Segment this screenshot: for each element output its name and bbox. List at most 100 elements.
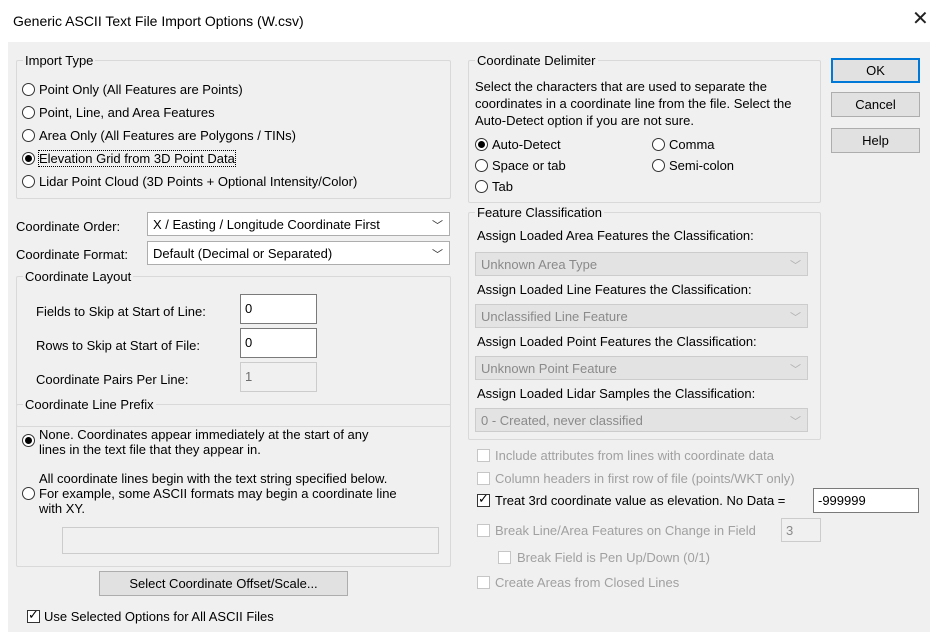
chevron-down-icon: ﹀ [790,364,801,376]
line-classification-label: Assign Loaded Line Features the Classifi… [477,282,752,297]
include-attributes-checkbox [477,449,490,462]
radio-label: Lidar Point Cloud (3D Points + Optional … [39,174,358,189]
radio-indicator[interactable] [652,138,665,151]
create-areas-label: Create Areas from Closed Lines [495,575,680,590]
break-field-value: 3 [786,523,794,538]
break-field-input: 3 [781,518,821,542]
radio-label: Point, Line, and Area Features [39,105,215,120]
radio-indicator-selected[interactable] [22,152,35,165]
chevron-down-icon: ﹀ [790,312,801,324]
treat-3rd-elevation-checkbox[interactable] [477,492,490,507]
break-line-checkbox [477,524,490,537]
chevron-down-icon[interactable]: ﹀ [432,246,443,262]
select-offset-scale-button[interactable]: Select Coordinate Offset/Scale... [99,571,348,596]
radio-label: Semi-colon [669,158,735,173]
radio-comma[interactable]: Comma [652,137,715,152]
create-areas-checkbox [477,576,490,589]
area-classification-value: Unknown Area Type [481,257,598,272]
coordinate-order-select[interactable]: X / Easting / Longitude Coordinate First… [147,212,450,236]
ok-button[interactable]: OK [831,58,920,83]
coordinate-format-label: Coordinate Format: [16,247,128,262]
help-button[interactable]: Help [831,128,920,153]
coordinate-delimiter-legend: Coordinate Delimiter [477,53,596,68]
fields-skip-value: 0 [245,301,253,316]
delimiter-description: Select the characters that are used to s… [475,78,792,129]
fields-skip-input[interactable]: 0 [240,294,317,324]
radio-indicator[interactable] [652,159,665,172]
close-icon[interactable]: ✕ [912,9,929,29]
break-line-label: Break Line/Area Features on Change in Fi… [495,523,756,538]
radio-label: Space or tab [492,158,566,173]
delimiter-desc-line3: Auto-Detect option if you are not sure. [475,113,694,128]
break-pen-checkbox [498,551,511,564]
point-classification-label: Assign Loaded Point Features the Classif… [477,334,757,349]
radio-indicator[interactable] [22,175,35,188]
coordinate-pairs-input: 1 [240,362,317,392]
radio-label: Area Only (All Features are Polygons / T… [39,128,296,143]
prefix-none-line1: None. Coordinates appear immediately at … [39,427,369,442]
break-pen-label: Break Field is Pen Up/Down (0/1) [517,550,710,565]
radio-indicator[interactable] [22,83,35,96]
radio-label: All coordinate lines begin with the text… [39,471,397,516]
radio-indicator[interactable] [22,129,35,142]
import-type-legend: Import Type [25,53,94,68]
prefix-text-line3: with XY. [39,501,86,516]
column-headers-checkbox [477,472,490,485]
radio-point-line-area[interactable]: Point, Line, and Area Features [22,105,215,120]
radio-point-only[interactable]: Point Only (All Features are Points) [22,82,243,97]
coordinate-order-label: Coordinate Order: [16,219,121,234]
prefix-none-line2: lines in the text file that they appear … [39,442,261,457]
radio-elevation-grid[interactable]: Elevation Grid from 3D Point Data [22,150,236,167]
prefix-text-input [62,527,439,554]
nodata-value: -999999 [818,493,866,508]
coordinate-format-select[interactable]: Default (Decimal or Separated) ﹀ [147,241,450,265]
line-classification-value: Unclassified Line Feature [481,309,628,324]
radio-indicator[interactable] [22,487,35,500]
coordinate-order-value: X / Easting / Longitude Coordinate First [153,217,380,232]
radio-semi-colon[interactable]: Semi-colon [652,158,734,173]
lidar-classification-select: 0 - Created, never classified ﹀ [475,408,808,432]
radio-label: Point Only (All Features are Points) [39,82,243,97]
radio-indicator[interactable] [475,159,488,172]
window-title: Generic ASCII Text File Import Options (… [13,13,304,29]
radio-prefix-text[interactable]: All coordinate lines begin with the text… [22,471,397,516]
use-all-ascii-label: Use Selected Options for All ASCII Files [44,609,274,624]
radio-area-only[interactable]: Area Only (All Features are Polygons / T… [22,128,296,143]
column-headers-label: Column headers in first row of file (poi… [495,471,795,486]
radio-auto-detect[interactable]: Auto-Detect [475,137,561,152]
treat-3rd-elevation-label: Treat 3rd coordinate value as elevation.… [495,493,786,508]
area-classification-label: Assign Loaded Area Features the Classifi… [477,228,754,243]
radio-indicator-selected[interactable] [475,138,488,151]
prefix-text-line2: For example, some ASCII formats may begi… [39,486,397,501]
radio-space-or-tab[interactable]: Space or tab [475,158,566,173]
coordinate-pairs-value: 1 [245,369,253,384]
radio-indicator-selected[interactable] [22,434,35,447]
point-classification-value: Unknown Point Feature [481,361,617,376]
lidar-classification-value: 0 - Created, never classified [481,413,643,428]
nodata-value-input[interactable]: -999999 [813,488,919,513]
radio-label: Auto-Detect [492,137,561,152]
feature-classification-legend: Feature Classification [477,205,602,220]
line-prefix-legend: Coordinate Line Prefix [25,397,154,412]
chevron-down-icon[interactable]: ﹀ [432,217,443,233]
lidar-classification-label: Assign Loaded Lidar Samples the Classifi… [477,386,756,401]
radio-indicator[interactable] [22,106,35,119]
rows-skip-value: 0 [245,335,253,350]
rows-skip-input[interactable]: 0 [240,328,317,358]
radio-prefix-none[interactable]: None. Coordinates appear immediately at … [22,427,369,457]
use-all-ascii-checkbox[interactable] [27,608,40,623]
delimiter-desc-line2: coordinates in a coordinate line from th… [475,96,792,111]
point-classification-select: Unknown Point Feature ﹀ [475,356,808,380]
radio-indicator[interactable] [475,180,488,193]
prefix-text-line1: All coordinate lines begin with the text… [39,471,388,486]
radio-label: Elevation Grid from 3D Point Data [38,150,236,167]
radio-label: None. Coordinates appear immediately at … [39,427,369,457]
cancel-button[interactable]: Cancel [831,92,920,117]
rows-skip-label: Rows to Skip at Start of File: [36,338,201,353]
chevron-down-icon: ﹀ [790,416,801,428]
radio-tab[interactable]: Tab [475,179,513,194]
radio-lidar-point-cloud[interactable]: Lidar Point Cloud (3D Points + Optional … [22,174,357,189]
radio-label: Tab [492,179,513,194]
coordinate-format-value: Default (Decimal or Separated) [153,246,333,261]
chevron-down-icon: ﹀ [790,260,801,272]
